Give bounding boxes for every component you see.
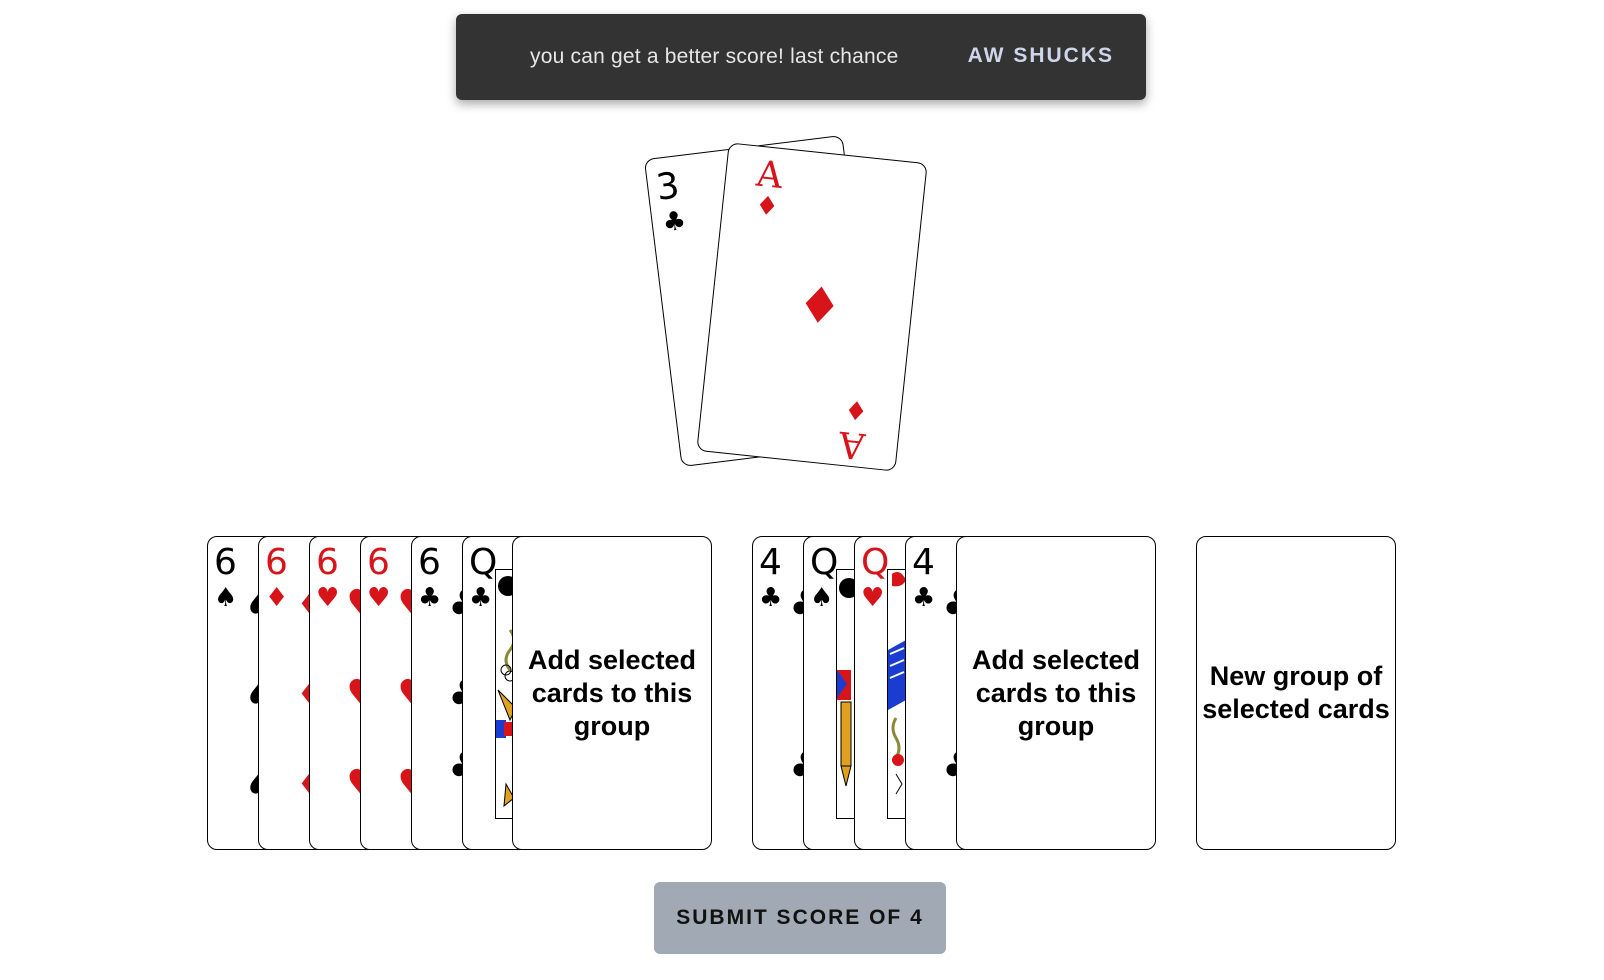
card-suit-bottom: ♦ [843,393,870,426]
card-suit: ♠ [214,583,238,613]
snackbar: you can get a better score! last chance … [456,14,1146,100]
card-suit: ♣ [469,583,493,613]
card-suit: ♣ [912,583,936,613]
aw-shucks-button[interactable]: AW SHUCKS [968,44,1114,68]
card-rank: 4 [759,542,782,583]
card-suit: ♠ [810,583,834,613]
submit-score-button[interactable]: SUBMIT SCORE OF 4 [654,882,946,954]
diamond-pip-icon: ♦ [794,274,845,337]
add-to-group-1-button[interactable]: Add selected cards to this group [512,536,712,850]
card-suit: ♥ [861,583,885,613]
card-rank-bottom: A [836,422,867,467]
card-rank: 6 [265,542,288,583]
snackbar-message: you can get a better score! last chance [530,45,899,68]
card-suit: ♣ [660,205,688,239]
add-to-group-2-button[interactable]: Add selected cards to this group [956,536,1156,850]
card-suit: ♥ [316,583,340,613]
card-suit: ♣ [418,583,442,613]
new-group-button[interactable]: New group of selected cards [1196,536,1396,850]
card-suit: ♣ [759,583,783,613]
card-rank: 3 [654,165,682,209]
card-rank: Q [861,542,890,583]
card-suit: ♦ [265,583,289,613]
card-rank: 6 [316,542,339,583]
card-rank: Q [810,542,839,583]
card-rank: 6 [367,542,390,583]
pile-card-ace-diamonds[interactable]: A ♦ ♦ ♦ A [696,142,928,472]
card-rank: A [754,153,785,198]
card-suit: ♦ [753,190,781,223]
card-rank: Q [469,542,498,583]
card-suit: ♥ [367,583,391,613]
card-rank: 6 [418,542,441,583]
card-rank: 4 [912,542,935,583]
card-rank: 6 [214,542,237,583]
